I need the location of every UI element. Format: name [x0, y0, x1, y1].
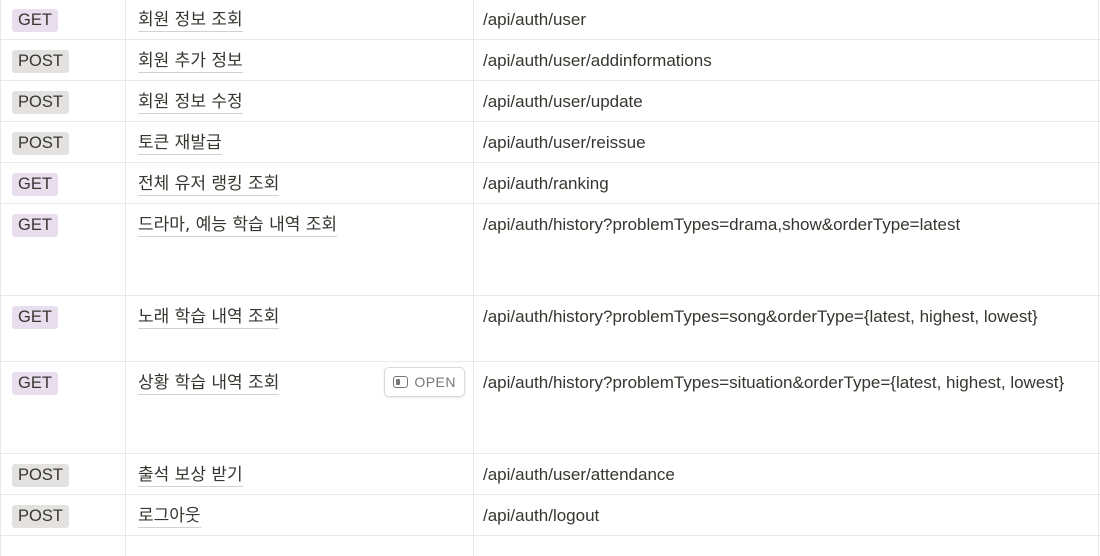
row-title-link[interactable]: 토큰 재발급: [138, 133, 222, 155]
endpoint-cell[interactable]: /api/auth/history?problemTypes=situation…: [473, 362, 1099, 453]
name-cell[interactable]: 토큰 재발급: [125, 122, 473, 162]
method-tag: POST: [12, 505, 69, 528]
endpoint-cell[interactable]: /api/auth/user/attendance: [473, 454, 1099, 494]
endpoint-cell[interactable]: /api/auth/user/addinformations: [473, 40, 1099, 80]
name-cell[interactable]: 출석 보상 받기: [125, 454, 473, 494]
name-cell[interactable]: 드라마, 예능 학습 내역 조회: [125, 204, 473, 295]
side-peek-icon: [393, 376, 409, 388]
method-cell[interactable]: GET: [0, 204, 125, 295]
method-tag: GET: [12, 372, 58, 395]
endpoint-cell[interactable]: /api/auth/user/update: [473, 81, 1099, 121]
row-title-link[interactable]: 드라마, 예능 학습 내역 조회: [138, 215, 338, 237]
method-cell[interactable]: GET: [0, 163, 125, 203]
endpoint-cell[interactable]: /api/auth/history?problemTypes=song&orde…: [473, 296, 1099, 361]
table-row[interactable]: POST 토큰 재발급 /api/auth/user/reissue: [0, 122, 1100, 163]
method-tag: GET: [12, 214, 58, 237]
method-tag: GET: [12, 9, 58, 32]
table-row: [0, 536, 1100, 556]
method-tag: POST: [12, 50, 69, 73]
method-tag: GET: [12, 173, 58, 196]
method-cell[interactable]: POST: [0, 122, 125, 162]
method-tag: POST: [12, 464, 69, 487]
table-row[interactable]: POST 회원 추가 정보 /api/auth/user/addinformat…: [0, 40, 1100, 81]
name-cell[interactable]: 로그아웃: [125, 495, 473, 535]
endpoint-cell[interactable]: /api/auth/user/reissue: [473, 122, 1099, 162]
row-title-link[interactable]: 로그아웃: [138, 506, 201, 528]
endpoint-cell[interactable]: /api/auth/ranking: [473, 163, 1099, 203]
name-cell[interactable]: 상황 학습 내역 조회 OPEN: [125, 362, 473, 453]
name-cell[interactable]: 노래 학습 내역 조회: [125, 296, 473, 361]
method-tag: POST: [12, 91, 69, 114]
open-page-button[interactable]: OPEN: [384, 367, 465, 397]
row-title-link[interactable]: 회원 정보 수정: [138, 92, 243, 114]
method-cell[interactable]: GET: [0, 0, 125, 39]
method-cell: [0, 536, 125, 556]
method-tag: POST: [12, 132, 69, 155]
row-title-link[interactable]: 출석 보상 받기: [138, 465, 243, 487]
endpoint-cell[interactable]: /api/auth/history?problemTypes=drama,sho…: [473, 204, 1099, 295]
row-title-link[interactable]: 회원 정보 조회: [138, 10, 243, 32]
api-table: GET 회원 정보 조회 /api/auth/user POST 회원 추가 정…: [0, 0, 1100, 556]
method-cell[interactable]: GET: [0, 362, 125, 453]
row-title-link[interactable]: 전체 유저 랭킹 조회: [138, 174, 280, 196]
method-cell[interactable]: POST: [0, 454, 125, 494]
method-cell[interactable]: GET: [0, 296, 125, 361]
name-cell: [125, 536, 473, 556]
table-row[interactable]: GET 회원 정보 조회 /api/auth/user: [0, 0, 1100, 40]
method-cell[interactable]: POST: [0, 495, 125, 535]
table-row[interactable]: POST 회원 정보 수정 /api/auth/user/update: [0, 81, 1100, 122]
table-row[interactable]: GET 노래 학습 내역 조회 /api/auth/history?proble…: [0, 296, 1100, 362]
name-cell[interactable]: 회원 정보 조회: [125, 0, 473, 39]
name-cell[interactable]: 회원 정보 수정: [125, 81, 473, 121]
table-row[interactable]: POST 로그아웃 /api/auth/logout: [0, 495, 1100, 536]
method-cell[interactable]: POST: [0, 81, 125, 121]
endpoint-cell[interactable]: /api/auth/logout: [473, 495, 1099, 535]
row-title-link[interactable]: 노래 학습 내역 조회: [138, 307, 280, 329]
table-row[interactable]: GET 드라마, 예능 학습 내역 조회 /api/auth/history?p…: [0, 204, 1100, 296]
endpoint-cell: [473, 536, 1099, 556]
endpoint-cell[interactable]: /api/auth/user: [473, 0, 1099, 39]
open-button-label: OPEN: [414, 374, 456, 390]
name-cell[interactable]: 회원 추가 정보: [125, 40, 473, 80]
method-cell[interactable]: POST: [0, 40, 125, 80]
row-title-link[interactable]: 상황 학습 내역 조회: [138, 373, 280, 395]
table-row[interactable]: GET 상황 학습 내역 조회 OPEN /api/auth/history?p…: [0, 362, 1100, 454]
name-cell[interactable]: 전체 유저 랭킹 조회: [125, 163, 473, 203]
row-title-link[interactable]: 회원 추가 정보: [138, 51, 243, 73]
table-row[interactable]: GET 전체 유저 랭킹 조회 /api/auth/ranking: [0, 163, 1100, 204]
method-tag: GET: [12, 306, 58, 329]
table-row[interactable]: POST 출석 보상 받기 /api/auth/user/attendance: [0, 454, 1100, 495]
